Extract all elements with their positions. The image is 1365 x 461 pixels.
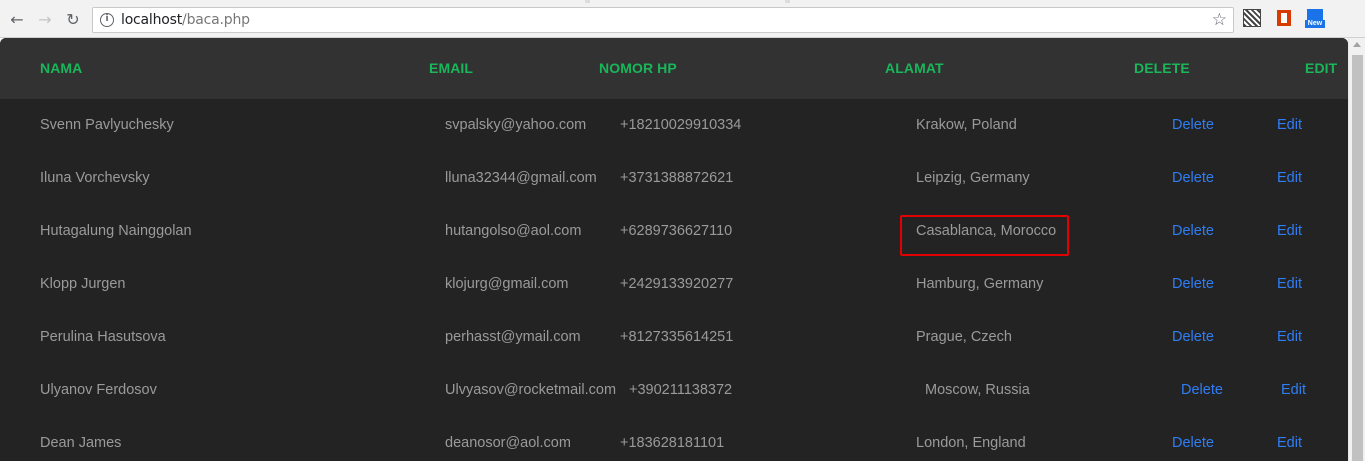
edit-link[interactable]: Edit: [1277, 205, 1302, 258]
column-header-email: EMAIL: [429, 60, 474, 76]
delete-link[interactable]: Delete: [1172, 417, 1214, 461]
back-arrow-icon[interactable]: ←: [6, 8, 28, 30]
cell-alamat: Moscow, Russia: [925, 382, 1030, 398]
scrollbar-thumb[interactable]: [1352, 55, 1363, 461]
edit-link[interactable]: Edit: [1281, 364, 1306, 417]
cell-email: perhasst@ymail.com: [445, 329, 581, 345]
delete-link[interactable]: Delete: [1172, 311, 1214, 364]
url-path: /baca.php: [182, 12, 250, 28]
column-header-edit: EDIT: [1305, 60, 1338, 76]
edit-link[interactable]: Edit: [1277, 311, 1302, 364]
table-row: Svenn Pavlyuchesky svpalsky@yahoo.com +1…: [0, 99, 1348, 152]
vertical-scrollbar[interactable]: [1348, 38, 1365, 461]
cell-nomor-hp: +2429133920277: [620, 276, 734, 292]
cell-nama: Hutagalung Nainggolan: [40, 223, 192, 239]
site-info-icon[interactable]: i: [100, 13, 114, 27]
cell-nama: Perulina Hasutsova: [40, 329, 166, 345]
table-row: Klopp Jurgen klojurg@gmail.com +24291339…: [0, 258, 1348, 311]
cell-email: Ulvyasov@rocketmail.com: [445, 382, 617, 398]
delete-link[interactable]: Delete: [1172, 99, 1214, 152]
edit-link[interactable]: Edit: [1277, 417, 1302, 461]
extension-new-badge: New: [1305, 20, 1325, 28]
qr-code-extension-icon[interactable]: [1243, 9, 1261, 27]
table-row: Iluna Vorchevsky lluna32344@gmail.com +3…: [0, 152, 1348, 205]
table-row: Perulina Hasutsova perhasst@ymail.com +8…: [0, 311, 1348, 364]
reload-icon[interactable]: ↻: [62, 8, 84, 30]
delete-link[interactable]: Delete: [1172, 205, 1214, 258]
table-row: Hutagalung Nainggolan hutangolso@aol.com…: [0, 205, 1348, 258]
tab-strip-edge: [0, 0, 1365, 3]
cell-nama: Ulyanov Ferdosov: [40, 382, 157, 398]
address-bar[interactable]: i localhost/baca.php ☆: [92, 7, 1234, 33]
cell-alamat: Prague, Czech: [916, 329, 1012, 345]
cell-email: deanosor@aol.com: [445, 435, 571, 451]
cell-nama: Klopp Jurgen: [40, 276, 126, 292]
forward-arrow-icon[interactable]: →: [34, 8, 56, 30]
scroll-up-arrow-icon[interactable]: [1353, 42, 1361, 47]
cell-email: svpalsky@yahoo.com: [445, 117, 587, 133]
cell-nomor-hp: +390211138372: [629, 382, 733, 398]
column-header-delete: DELETE: [1134, 60, 1190, 76]
bookmark-star-icon[interactable]: ☆: [1212, 10, 1227, 30]
table-row: Dean James deanosor@aol.com +18362818110…: [0, 417, 1348, 461]
browser-toolbar: ← → ↻ i localhost/baca.php ☆ New: [0, 0, 1365, 38]
url-host: localhost: [121, 12, 183, 28]
cell-alamat: London, England: [916, 435, 1026, 451]
cell-nomor-hp: +6289736627110: [620, 223, 733, 239]
cell-nama: Iluna Vorchevsky: [40, 170, 150, 186]
data-table-panel: NAMA EMAIL NOMOR HP ALAMAT DELETE EDIT S…: [0, 38, 1348, 461]
column-header-alamat: ALAMAT: [885, 60, 944, 76]
cell-nama: Dean James: [40, 435, 122, 451]
cell-email: hutangolso@aol.com: [445, 223, 582, 239]
cell-alamat: Casablanca, Morocco: [916, 223, 1057, 239]
cell-email: klojurg@gmail.com: [445, 276, 569, 292]
url-text[interactable]: localhost/baca.php: [121, 12, 250, 28]
cell-alamat: Hamburg, Germany: [916, 276, 1044, 292]
cell-alamat: Krakow, Poland: [916, 117, 1017, 133]
cell-nomor-hp: +18210029910334: [620, 117, 742, 133]
table-row: Ulyanov Ferdosov Ulvyasov@rocketmail.com…: [0, 364, 1348, 417]
table-header: NAMA EMAIL NOMOR HP ALAMAT DELETE EDIT: [0, 38, 1348, 99]
edit-link[interactable]: Edit: [1277, 99, 1302, 152]
new-extension-icon[interactable]: New: [1305, 9, 1325, 28]
cell-nomor-hp: +3731388872621: [620, 170, 734, 186]
cell-nama: Svenn Pavlyuchesky: [40, 117, 174, 133]
column-header-nomor-hp: NOMOR HP: [599, 60, 677, 76]
cell-nomor-hp: +183628181101: [620, 435, 725, 451]
office-extension-icon[interactable]: [1275, 9, 1293, 27]
delete-link[interactable]: Delete: [1181, 364, 1223, 417]
delete-link[interactable]: Delete: [1172, 258, 1214, 311]
cell-nomor-hp: +8127335614251: [620, 329, 734, 345]
column-header-nama: NAMA: [40, 60, 83, 76]
cell-alamat: Leipzig, Germany: [916, 170, 1030, 186]
delete-link[interactable]: Delete: [1172, 152, 1214, 205]
edit-link[interactable]: Edit: [1277, 258, 1302, 311]
cell-email: lluna32344@gmail.com: [445, 170, 597, 186]
edit-link[interactable]: Edit: [1277, 152, 1302, 205]
